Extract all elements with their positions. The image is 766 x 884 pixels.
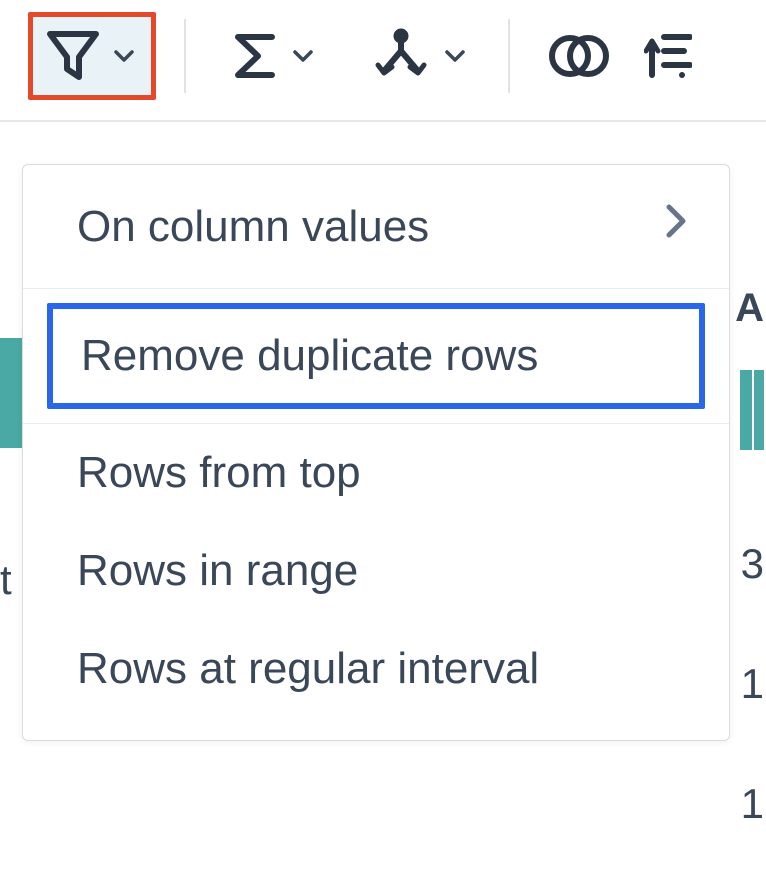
filter-dropdown-menu: On column values Remove duplicate rows R…	[22, 164, 730, 741]
menu-item-label: Rows in range	[77, 546, 358, 596]
chevron-down-icon	[444, 45, 466, 67]
bg-left-char: t	[0, 556, 12, 604]
split-icon	[370, 27, 432, 85]
join-button[interactable]	[540, 21, 618, 91]
bg-bar	[740, 370, 752, 450]
toolbar-divider	[508, 19, 510, 93]
menu-item-label: Remove duplicate rows	[81, 331, 538, 381]
aggregate-button[interactable]	[214, 17, 328, 95]
toolbar	[0, 0, 766, 122]
funnel-icon	[45, 27, 101, 85]
menu-item-label: Rows from top	[77, 448, 361, 498]
bg-cell: 1	[741, 780, 764, 828]
split-button[interactable]	[356, 17, 480, 95]
menu-item-remove-duplicate-rows[interactable]: Remove duplicate rows	[47, 303, 705, 409]
menu-item-rows-from-top[interactable]: Rows from top	[23, 424, 729, 522]
bg-right-column: A 3 1 1	[740, 290, 766, 870]
sigma-icon	[228, 27, 280, 85]
sort-icon	[644, 27, 692, 85]
bg-col-header: A	[735, 286, 764, 331]
menu-separator	[23, 288, 729, 289]
menu-item-label: On column values	[77, 202, 429, 252]
menu-item-rows-at-regular-interval[interactable]: Rows at regular interval	[23, 620, 729, 718]
chevron-down-icon	[113, 45, 135, 67]
bg-cell: 3	[741, 540, 764, 588]
chevron-right-icon	[663, 201, 689, 252]
menu-item-rows-in-range[interactable]: Rows in range	[23, 522, 729, 620]
bg-cell: 1	[741, 660, 764, 708]
bg-stripe	[0, 338, 24, 448]
bg-bar	[754, 370, 764, 450]
filter-button[interactable]	[28, 12, 156, 100]
sort-button[interactable]	[640, 19, 696, 93]
menu-item-on-column-values[interactable]: On column values	[23, 165, 729, 288]
chevron-down-icon	[292, 45, 314, 67]
menu-item-label: Rows at regular interval	[77, 644, 539, 694]
join-icon	[546, 29, 612, 83]
toolbar-divider	[184, 19, 186, 93]
